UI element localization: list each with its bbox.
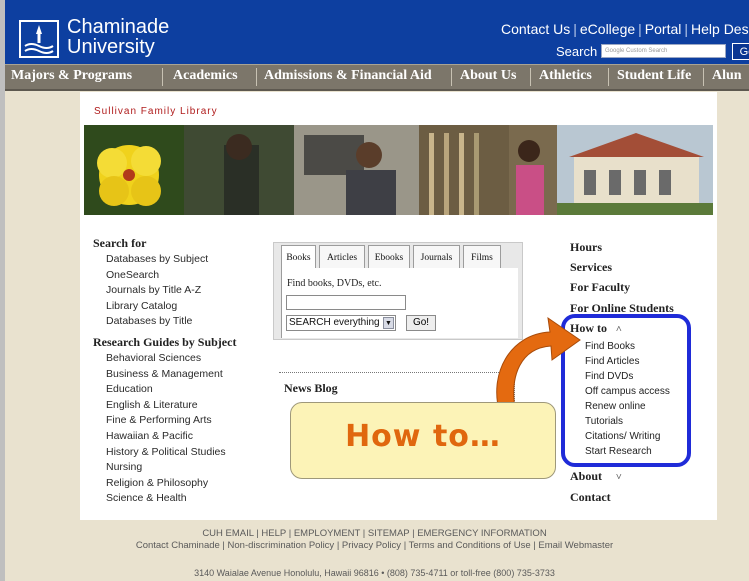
guide-religion-philosophy[interactable]: Religion & Philosophy (93, 476, 273, 492)
link-library-catalog[interactable]: Library Catalog (93, 299, 273, 315)
nav-separator (451, 68, 452, 86)
portal-link[interactable]: Portal (645, 21, 682, 37)
link-databases-by-title[interactable]: Databases by Title (93, 314, 273, 330)
nav-alumni[interactable]: Alun (712, 68, 742, 84)
ecollege-link[interactable]: eCollege (580, 21, 635, 37)
howto-callout: How to… (290, 402, 556, 479)
browser-frame: Chaminade University Contact Us | eCollege… (0, 0, 749, 581)
footer-address: 3140 Waialae Avenue Honolulu, Hawaii 968… (194, 568, 555, 578)
callout-text: How to… (345, 419, 501, 454)
site-search-go-button[interactable]: Go (732, 43, 749, 60)
main-nav: Majors & Programs Academics Admissions &… (5, 64, 749, 91)
link-databases-by-subject[interactable]: Databases by Subject (93, 252, 273, 268)
guide-business-management[interactable]: Business & Management (93, 367, 273, 383)
guide-hawaiian-pacific[interactable]: Hawaiian & Pacific (93, 429, 273, 445)
nav-separator (703, 68, 704, 86)
help-desk-link[interactable]: Help Des (691, 21, 749, 37)
brand-name-line1[interactable]: Chaminade (67, 17, 169, 37)
link-journals-by-title[interactable]: Journals by Title A-Z (93, 283, 273, 299)
nav-admissions[interactable]: Admissions & Financial Aid (264, 68, 432, 84)
left-column: Search for Databases by Subject OneSearc… (93, 236, 273, 507)
nav-separator (530, 68, 531, 86)
nav-student-life[interactable]: Student Life (617, 68, 691, 84)
library-page: Sullivan Family Library Search for Datab… (80, 92, 717, 520)
banner-image (84, 125, 713, 215)
contact-us-link[interactable]: Contact Us (501, 21, 570, 37)
chaminade-logo-icon[interactable] (19, 20, 59, 58)
nav-separator (256, 68, 257, 86)
search-for-heading: Search for (93, 236, 147, 250)
find-books-input[interactable] (286, 295, 406, 310)
nav-separator (162, 68, 163, 86)
nav-majors-programs[interactable]: Majors & Programs (11, 68, 132, 84)
tab-books[interactable]: Books (281, 245, 316, 269)
guide-behavioral-sciences[interactable]: Behavioral Sciences (93, 351, 273, 367)
nav-academics[interactable]: Academics (173, 68, 238, 84)
guide-fine-performing-arts[interactable]: Fine & Performing Arts (93, 413, 273, 429)
guide-english-literature[interactable]: English & Literature (93, 398, 273, 414)
catalog-go-button[interactable]: Go! (406, 315, 436, 331)
site-footer: CUH EMAIL | HELP | EMPLOYMENT | SITEMAP … (0, 528, 749, 552)
search-scope-select[interactable]: SEARCH everything ▼ (286, 315, 396, 331)
nav-separator (608, 68, 609, 86)
tab-articles[interactable]: Articles (319, 245, 365, 269)
separator: | (684, 21, 689, 37)
link-contact[interactable]: Contact (570, 490, 611, 505)
guide-nursing[interactable]: Nursing (93, 460, 273, 476)
guide-education[interactable]: Education (93, 382, 273, 398)
link-services[interactable]: Services (570, 260, 612, 275)
search-label: Search (556, 44, 598, 59)
research-guides-heading: Research Guides by Subject (93, 334, 237, 349)
banner-photo-strip (84, 125, 713, 215)
link-for-faculty[interactable]: For Faculty (570, 280, 630, 295)
dropdown-arrow-icon[interactable]: ▼ (383, 317, 394, 329)
site-header: Chaminade University Contact Us | eCollege… (5, 0, 749, 64)
nav-athletics[interactable]: Athletics (539, 68, 592, 84)
guide-history-political-studies[interactable]: History & Political Studies (93, 445, 273, 461)
link-hours[interactable]: Hours (570, 240, 602, 255)
news-blog-title[interactable]: News Blog (284, 381, 338, 396)
guide-science-health[interactable]: Science & Health (93, 491, 273, 507)
utility-links: Contact Us | eCollege | Portal | Help Des (501, 21, 749, 37)
link-about[interactable]: About ˅ (570, 469, 622, 484)
brand-name-line2[interactable]: University (67, 37, 155, 57)
footer-links-secondary[interactable]: Contact Chaminade | Non-discrimination P… (0, 540, 749, 552)
nav-about-us[interactable]: About Us (460, 68, 516, 84)
tab-ebooks[interactable]: Ebooks (368, 245, 410, 269)
search-scope-value: SEARCH everything (289, 317, 380, 328)
link-onesearch[interactable]: OneSearch (93, 268, 273, 284)
separator: | (573, 21, 577, 37)
expand-caret-icon[interactable]: ˅ (616, 472, 622, 483)
library-title[interactable]: Sullivan Family Library (94, 106, 218, 117)
tab-films[interactable]: Films (463, 245, 501, 269)
footer-links-primary[interactable]: CUH EMAIL | HELP | EMPLOYMENT | SITEMAP … (0, 528, 749, 540)
tab-journals[interactable]: Journals (413, 245, 460, 269)
separator: | (638, 21, 642, 37)
site-search-input[interactable]: Google Custom Search (601, 44, 726, 58)
find-books-label: Find books, DVDs, etc. (287, 278, 382, 289)
about-label: About (570, 469, 603, 483)
